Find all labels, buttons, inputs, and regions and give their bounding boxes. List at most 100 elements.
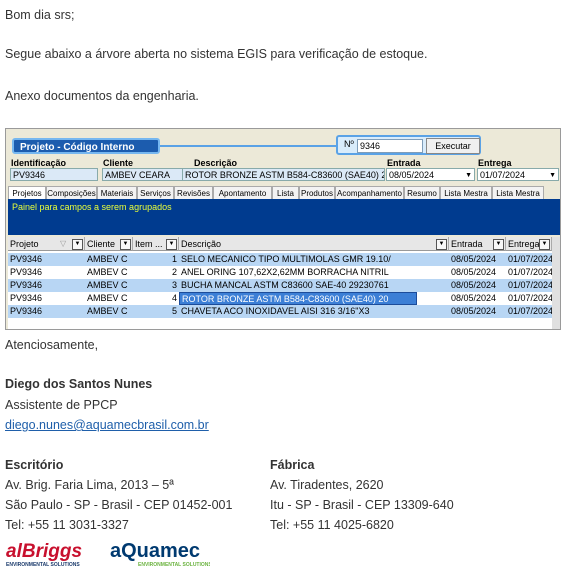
table-row[interactable]: PV9346 AMBEV C 4 ROTOR BRONZE ASTM B584-… [8,292,560,305]
execute-button[interactable]: Executar [426,138,480,154]
cell-entrega: 01/07/2024 [508,306,552,316]
column-header-item[interactable]: Item ... ▼ [133,237,179,251]
entrega-field[interactable]: 01/07/2024 ▼ [477,168,559,181]
aquamec-logo: aQuamec ENVIRONMENTAL SOLUTIONS [110,539,212,572]
chevron-down-icon[interactable]: ▼ [120,239,131,250]
svg-text:ENVIRONMENTAL SOLUTIONS: ENVIRONMENTAL SOLUTIONS [138,562,210,568]
office-heading: Escritório [5,458,64,472]
cell-item: 2 [171,267,177,277]
factory-phone: Tel: +55 11 4025-6820 [270,518,394,532]
entrega-label: Entrega [478,158,512,168]
tab-apontamento[interactable]: Apontamento [213,186,272,199]
cell-descricao: CHAVETA ACO INOXIDAVEL AISI 316 3/16"X3 [181,306,370,316]
cell-entrega: 01/07/2024 [508,267,552,277]
column-header-entrega[interactable]: Entrega ▼ [506,237,552,251]
table-row[interactable]: PV9346 AMBEV C 2 ANEL ORING 107,62X2,62M… [8,266,560,279]
group-panel[interactable]: Painel para campos a serem agrupados [8,199,560,235]
identificacao-field[interactable]: PV9346 [10,168,98,181]
connector-line [160,145,340,147]
column-header-label: Descrição [181,239,222,249]
cell-entrega: 01/07/2024 [508,280,552,290]
table-row[interactable]: PV9346 AMBEV C 3 BUCHA MANCAL ASTM C8360… [8,279,560,292]
cell-entrada: 08/05/2024 [451,306,497,316]
office-phone: Tel: +55 11 3031-3327 [5,518,129,532]
tab-servicos[interactable]: Serviços [137,186,174,199]
cell-entrega: 01/07/2024 [508,254,552,264]
tab-revisoes[interactable]: Revisões [174,186,213,199]
chevron-down-icon[interactable]: ▼ [166,239,177,250]
column-header-descricao[interactable]: Descrição ▼ [179,237,449,251]
cell-entrada: 08/05/2024 [451,293,497,303]
office-address: Av. Brig. Faria Lima, 2013 – 5ª [5,478,174,492]
chevron-down-icon[interactable]: ▼ [72,239,83,250]
column-header-label: Entrega [508,239,540,249]
factory-city: Itu - SP - Brasil - CEP 13309-640 [270,498,454,512]
cell-item: 1 [171,254,177,264]
svg-text:aQuamec: aQuamec [110,540,200,562]
cliente-field[interactable]: AMBEV CEARA [102,168,184,181]
cell-cliente: AMBEV C [87,306,128,316]
cell-cliente: AMBEV C [87,293,128,303]
tab-composicoes[interactable]: Composições [46,186,97,199]
column-header-label: Projeto [10,239,39,249]
vertical-scrollbar[interactable] [552,237,560,329]
cell-entrega: 01/07/2024 [508,293,552,303]
column-header-projeto[interactable]: Projeto ▽ ▼ [8,237,85,251]
number-box: Nº 9346 Executar [336,135,481,155]
table-row[interactable]: PV9346 AMBEV C 1 SELO MECANICO TIPO MULT… [8,253,560,266]
identificacao-label: Identificação [11,158,67,168]
column-header-label: Item ... [135,239,163,249]
descricao-field[interactable]: ROTOR BRONZE ASTM B584-C83600 (SAE40) 20 [182,168,385,181]
cliente-label: Cliente [103,158,134,168]
column-header-entrada[interactable]: Entrada ▼ [449,237,506,251]
cell-projeto: PV9346 [10,306,43,316]
cell-cliente: AMBEV C [87,267,128,277]
cell-item: 5 [171,306,177,316]
cell-cliente: AMBEV C [87,254,128,264]
chevron-down-icon[interactable]: ▼ [493,239,504,250]
cell-descricao: ANEL ORING 107,62X2,62MM BORRACHA NITRIL [181,267,389,277]
body-line-2: Anexo documentos da engenharia. [5,89,199,103]
signature-email-link[interactable]: diego.nunes@aquamecbrasil.com.br [5,418,209,432]
cell-descricao-selected[interactable]: ROTOR BRONZE ASTM B584-C83600 (SAE40) 20 [179,292,417,305]
tab-lista[interactable]: Lista [272,186,299,199]
cell-entrada: 08/05/2024 [451,254,497,264]
entrada-field[interactable]: 08/05/2024 ▼ [386,168,475,181]
tab-lista-mestra-2[interactable]: Lista Mestra [492,186,544,199]
table-row[interactable]: PV9346 AMBEV C 5 CHAVETA ACO INOXIDAVEL … [8,305,560,318]
cell-projeto: PV9346 [10,267,43,277]
erp-screenshot: Projeto - Código Interno Nº 9346 Executa… [5,128,561,330]
cell-item: 4 [171,293,177,303]
filter-icon[interactable]: ▽ [60,237,66,251]
project-label: Projeto - Código Interno [12,138,160,154]
project-number-input[interactable]: 9346 [357,139,423,153]
tab-acompanhamento[interactable]: Acompanhamento [335,186,404,199]
svg-text:ENVIRONMENTAL SOLUTIONS: ENVIRONMENTAL SOLUTIONS [6,562,80,568]
chevron-down-icon[interactable]: ▼ [539,239,550,250]
tab-produtos[interactable]: Produtos [299,186,335,199]
signature-name: Diego dos Santos Nunes [5,377,153,391]
column-header-cliente[interactable]: Cliente ▼ [85,237,133,251]
entrega-value: 01/07/2024 [480,170,526,180]
entrada-label: Entrada [387,158,421,168]
cell-projeto: PV9346 [10,254,43,264]
cell-cliente: AMBEV C [87,280,128,290]
tab-resumo[interactable]: Resumo [404,186,440,199]
factory-heading: Fábrica [270,458,315,472]
entrada-value: 08/05/2024 [389,170,435,180]
chevron-down-icon[interactable]: ▼ [436,239,447,250]
factory-address: Av. Tiradentes, 2620 [270,478,384,492]
cell-item: 3 [171,280,177,290]
chevron-down-icon[interactable]: ▼ [549,169,556,180]
items-grid: Projeto ▽ ▼ Cliente ▼ Item ... ▼ Descriç… [8,237,560,329]
tab-lista-mestra[interactable]: Lista Mestra [440,186,492,199]
albriggs-logo: alBriggs ENVIRONMENTAL SOLUTIONS [6,539,96,572]
cell-projeto: PV9346 [10,280,43,290]
cell-entrada: 08/05/2024 [451,280,497,290]
tab-materiais[interactable]: Materiais [97,186,137,199]
cell-descricao: SELO MECANICO TIPO MULTIMOLAS GMR 19.10/ [181,254,391,264]
cell-entrada: 08/05/2024 [451,267,497,277]
signature-role: Assistente de PPCP [5,398,118,412]
chevron-down-icon[interactable]: ▼ [465,169,472,180]
tab-projetos[interactable]: Projetos [8,186,46,199]
